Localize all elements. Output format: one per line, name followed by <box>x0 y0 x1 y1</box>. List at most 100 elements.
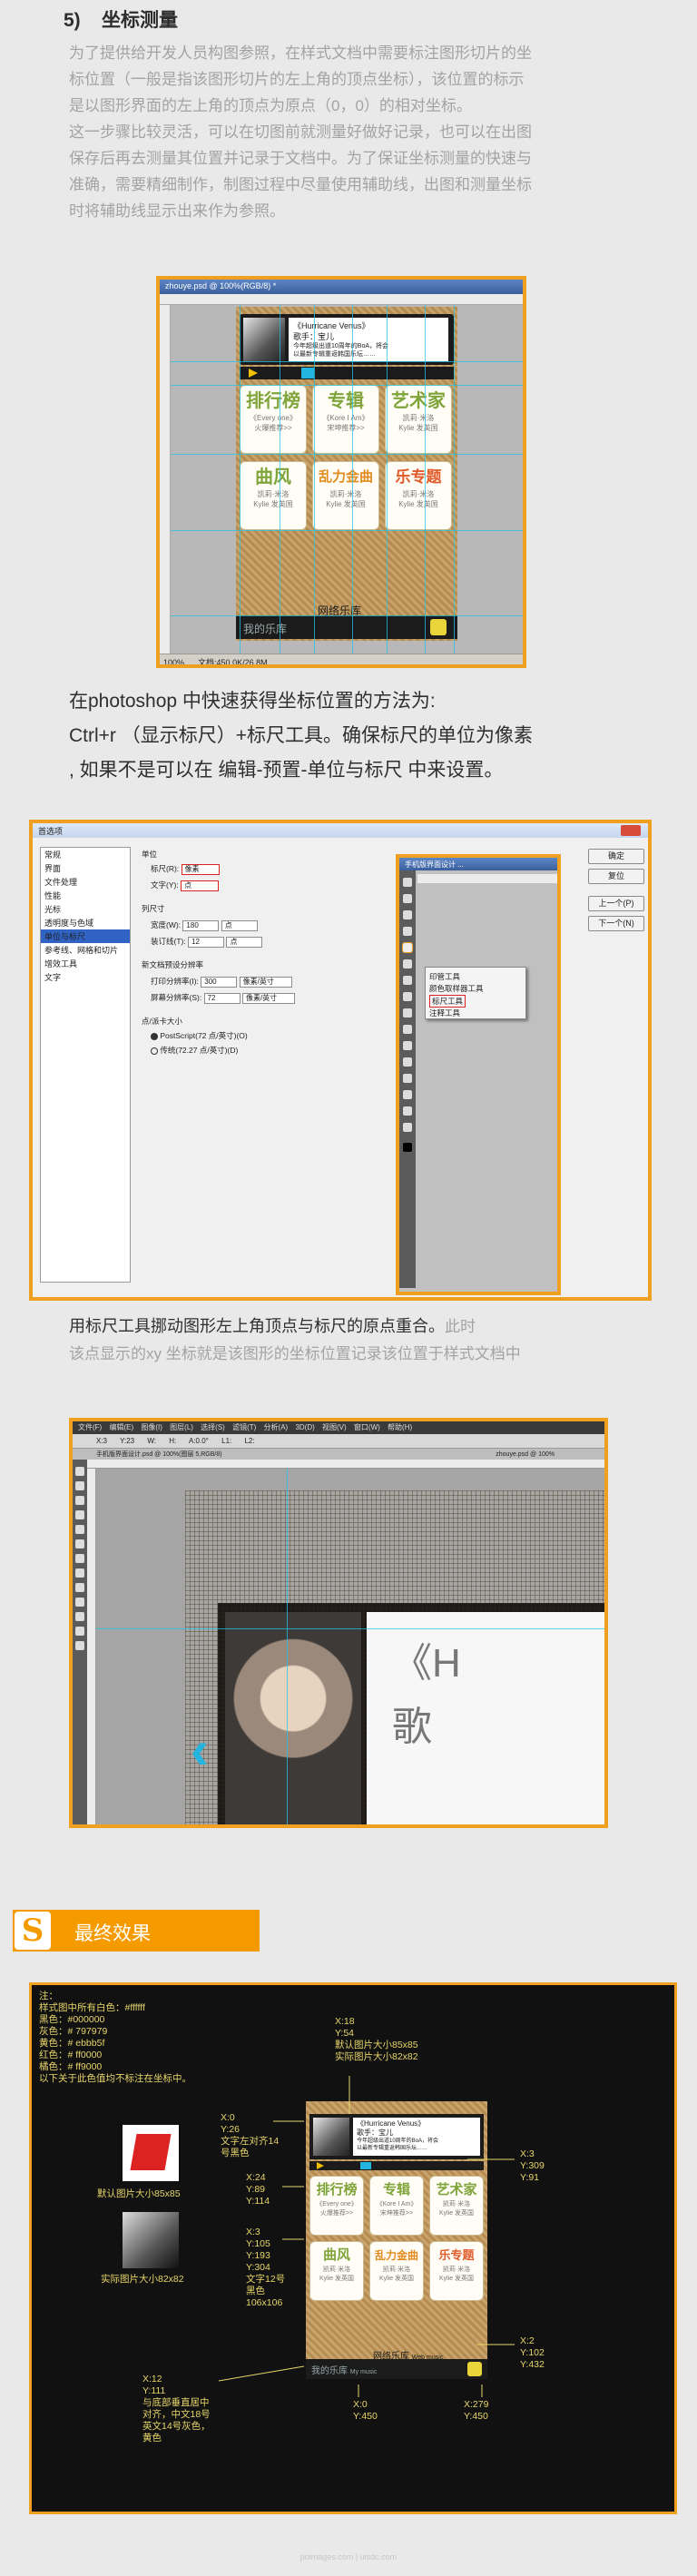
marquee-tool-icon[interactable] <box>75 1481 84 1490</box>
pen-tool-icon[interactable] <box>403 1041 412 1050</box>
pref-item[interactable]: 参考线、网格和切片 <box>41 943 130 957</box>
hand-tool-icon[interactable] <box>75 1627 84 1636</box>
pref-item[interactable]: 常规 <box>41 848 130 861</box>
next-button[interactable]: 下一个(N) <box>588 916 644 931</box>
tile-album[interactable]: 专辑 《Kore I Am》 宋坤推荐>> <box>312 385 379 454</box>
instruction-line: 在photoshop 中快速获得坐标位置的方法为: <box>69 691 436 712</box>
eraser-tool-icon[interactable] <box>75 1568 84 1578</box>
menu-item[interactable]: 文件(F) <box>78 1423 102 1431</box>
menu-item[interactable]: 图层(L) <box>170 1423 193 1431</box>
psd-screenshot: zhouye.psd @ 100%(RGB/8) * 《Hurricane Ve… <box>156 276 526 668</box>
menu-item[interactable]: 编辑(E) <box>109 1423 133 1431</box>
brush-tool-icon[interactable] <box>75 1539 84 1549</box>
instruction-line: , 如果不是可以在 编辑-预置-单位与标尺 中来设置。 <box>69 760 504 781</box>
pref-item[interactable]: 透明度与色域 <box>41 916 130 929</box>
intro-line: 标位置（一般是指该图形切片的左上角的顶点坐标），该位置的标示 <box>69 71 525 88</box>
print-res-input[interactable]: 300 <box>201 976 238 988</box>
width-unit-select[interactable]: 点 <box>221 919 258 931</box>
screen-res-label: 屏幕分辨率(S): <box>151 993 202 1002</box>
tile-artist[interactable]: 艺术家 凯莉·米洛 Kylie 发英国 <box>385 385 452 454</box>
doc-tab[interactable]: zhouye.psd @ 100% <box>496 1451 555 1458</box>
gutter-unit-select[interactable]: 点 <box>226 936 263 948</box>
gutter-input[interactable]: 12 <box>188 936 225 948</box>
guide-line <box>96 1628 604 1629</box>
crop-tool-icon[interactable] <box>403 927 412 936</box>
path-tool-icon[interactable] <box>403 1074 412 1083</box>
print-res-label: 打印分辨率(I): <box>151 977 199 986</box>
width-input[interactable]: 180 <box>182 919 220 931</box>
pref-item[interactable]: 文件处理 <box>41 875 130 889</box>
crop-tool-icon[interactable] <box>75 1510 84 1519</box>
move-tool-icon[interactable] <box>75 1467 84 1476</box>
ps-window-title: 手机版界面设计 ... <box>399 858 557 870</box>
radio-traditional[interactable] <box>151 1047 158 1055</box>
tile-hits[interactable]: 乱力金曲 凯莉·米洛 Kylie 发英国 <box>312 461 379 530</box>
ruler-tool-icon[interactable] <box>75 1525 84 1534</box>
lasso-tool-icon[interactable] <box>403 910 412 919</box>
hand-tool-icon[interactable] <box>403 1106 412 1116</box>
type-tool-icon[interactable] <box>75 1612 84 1621</box>
left-arrow-icon[interactable]: ‹ <box>191 1723 209 1777</box>
ruler-unit-select[interactable]: 像素 <box>181 863 220 875</box>
menu-item-ruler[interactable]: 标尺工具 <box>432 997 463 1006</box>
pref-item[interactable]: 文字 <box>41 970 130 984</box>
intro-paragraph: 为了提供给开发人员构图参照，在样式文档中需要标注图形切片的坐 标位置（一般是指该… <box>69 40 623 224</box>
doc-tabs: 手机版界面设计.psd @ 100%(图层 5,RGB/8) zhouye.ps… <box>73 1449 604 1460</box>
dodge-tool-icon[interactable] <box>403 1025 412 1034</box>
move-tool-icon[interactable] <box>403 878 412 887</box>
screen-res-input[interactable]: 72 <box>203 992 241 1004</box>
gradient-tool-icon[interactable] <box>75 1583 84 1592</box>
tile-genre[interactable]: 曲风 凯莉·米洛 Kylie 发英国 <box>240 461 307 530</box>
type-unit-select[interactable]: 点 <box>181 880 220 891</box>
tile-ranking[interactable]: 排行榜 《Every one》 火爆推荐>> <box>240 385 307 454</box>
eyedropper-tool-icon[interactable] <box>402 942 413 953</box>
menu-item[interactable]: 滤镜(T) <box>232 1423 256 1431</box>
menu-item[interactable]: 颜色取样器工具 <box>429 984 484 993</box>
ruler-origin-screenshot: 文件(F) 编辑(E) 图像(I) 图层(L) 选择(S) 滤镜(T) 分析(A… <box>69 1418 608 1828</box>
eraser-tool-icon[interactable] <box>403 992 412 1001</box>
play-icon[interactable] <box>249 369 258 378</box>
marquee-tool-icon[interactable] <box>403 894 412 903</box>
ruler-left <box>160 305 171 654</box>
menu-item[interactable]: 印管工具 <box>429 972 460 981</box>
ok-button[interactable]: 确定 <box>588 849 644 864</box>
radio-postscript[interactable] <box>151 1032 158 1040</box>
point-group-label: 点/派卡大小 <box>142 1017 182 1026</box>
stamp-tool-icon[interactable] <box>75 1554 84 1563</box>
units-group-label: 单位 <box>142 850 158 859</box>
zoom-tool-icon[interactable] <box>75 1641 84 1650</box>
brush-tool-icon[interactable] <box>403 959 412 968</box>
menu-item[interactable]: 选择(S) <box>201 1423 225 1431</box>
menu-item[interactable]: 图像(I) <box>141 1423 162 1431</box>
menu-item[interactable]: 注释工具 <box>429 1008 460 1018</box>
canvas-area: 《Hurricane Venus》 歌手：宝儿 今年超级出道10周年的BoA，将… <box>171 305 523 654</box>
down-arrow-icon[interactable] <box>301 368 314 379</box>
tile-topic[interactable]: 乐专题 凯莉·米洛 Kylie 发英国 <box>385 461 452 530</box>
stamp-tool-icon[interactable] <box>403 976 412 985</box>
lasso-tool-icon[interactable] <box>75 1496 84 1505</box>
foreground-color-swatch[interactable] <box>403 1143 412 1152</box>
screen-res-unit[interactable]: 像素/英寸 <box>241 992 295 1004</box>
pref-item[interactable]: 增效工具 <box>41 957 130 970</box>
menu-item[interactable]: 分析(A) <box>264 1423 289 1431</box>
menu-item[interactable]: 窗口(W) <box>354 1423 380 1431</box>
print-res-unit[interactable]: 像素/英寸 <box>239 976 292 988</box>
pen-tool-icon[interactable] <box>75 1598 84 1607</box>
pref-item[interactable]: 光标 <box>41 902 130 916</box>
close-icon[interactable] <box>621 825 641 836</box>
prev-button[interactable]: 上一个(P) <box>588 896 644 911</box>
pref-item[interactable]: 性能 <box>41 889 130 902</box>
pref-item[interactable]: 界面 <box>41 861 130 875</box>
pref-item-selected[interactable]: 单位与标尺 <box>41 929 130 943</box>
banner: 《Hurricane Venus》 歌手：宝儿 今年超级出道10周年的BoA，将… <box>240 314 454 365</box>
menu-item[interactable]: 视图(V) <box>322 1423 347 1431</box>
shape-tool-icon[interactable] <box>403 1090 412 1099</box>
menu-item[interactable]: 3D(D) <box>295 1423 314 1431</box>
type-tool-icon[interactable] <box>403 1057 412 1067</box>
menu-item[interactable]: 帮助(H) <box>388 1423 412 1431</box>
doc-tab[interactable]: 手机版界面设计.psd @ 100%(图层 5,RGB/8) <box>96 1451 222 1458</box>
power-icon[interactable] <box>430 619 447 635</box>
reset-button[interactable]: 复位 <box>588 869 644 884</box>
gradient-tool-icon[interactable] <box>403 1008 412 1018</box>
zoom-tool-icon[interactable] <box>403 1123 412 1132</box>
